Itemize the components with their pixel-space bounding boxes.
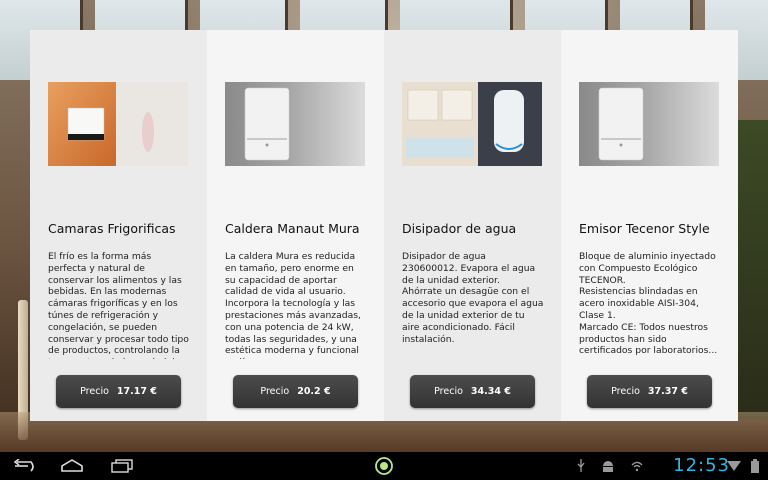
notification-indicator-icon[interactable] xyxy=(372,452,396,480)
product-card[interactable]: Caldera Manaut Mura La caldera Mura es r… xyxy=(207,30,384,421)
wifi-icon xyxy=(630,452,644,480)
product-card[interactable]: Disipador de agua Disipador de agua 2306… xyxy=(384,30,561,421)
price-value: 17.17 € xyxy=(116,386,157,397)
price-value: 37.37 € xyxy=(647,386,688,397)
product-description: La caldera Mura es reducida en tamaño, p… xyxy=(225,251,361,359)
price-label: Precio xyxy=(611,386,640,397)
water-heater-image[interactable] xyxy=(402,82,542,166)
wall-heater-image[interactable] xyxy=(48,82,188,166)
clock-time[interactable]: 12:53 xyxy=(673,455,730,476)
battery-icon xyxy=(748,452,762,480)
home-icon[interactable] xyxy=(58,452,86,480)
price-button[interactable]: Precio 34.34 € xyxy=(410,375,535,408)
product-title: Emisor Tecenor Style xyxy=(579,221,710,236)
product-title: Caldera Manaut Mura xyxy=(225,221,360,236)
boiler-image[interactable] xyxy=(225,82,365,166)
price-label: Precio xyxy=(434,386,463,397)
price-value: 20.2 € xyxy=(297,386,331,397)
product-description: Disipador de agua 230600012. Evapora el … xyxy=(402,251,544,345)
price-label: Precio xyxy=(80,386,109,397)
price-button[interactable]: Precio 37.37 € xyxy=(587,375,712,408)
product-title: Disipador de agua xyxy=(402,221,517,236)
boiler-image[interactable] xyxy=(579,82,719,166)
price-button[interactable]: Precio 20.2 € xyxy=(233,375,358,408)
product-title: Camaras Frigorificas xyxy=(48,221,176,236)
price-value: 34.34 € xyxy=(470,386,511,397)
product-description: El frío es la forma más perfecta y natur… xyxy=(48,251,189,359)
system-navigation-bar: 12:53 xyxy=(0,452,768,480)
product-description: Bloque de aluminio inyectado con Compues… xyxy=(579,251,718,357)
recent-apps-icon[interactable] xyxy=(108,452,136,480)
product-panel: Camaras Frigorificas El frío es la forma… xyxy=(30,30,738,421)
price-button[interactable]: Precio 17.17 € xyxy=(56,375,181,408)
product-card[interactable]: Emisor Tecenor Style Bloque de aluminio … xyxy=(561,30,738,421)
product-card[interactable]: Camaras Frigorificas El frío es la forma… xyxy=(30,30,207,421)
back-icon[interactable] xyxy=(10,452,38,480)
signal-icon xyxy=(726,452,742,480)
usb-icon xyxy=(574,452,588,480)
price-label: Precio xyxy=(260,386,290,397)
android-debug-icon xyxy=(600,452,616,480)
